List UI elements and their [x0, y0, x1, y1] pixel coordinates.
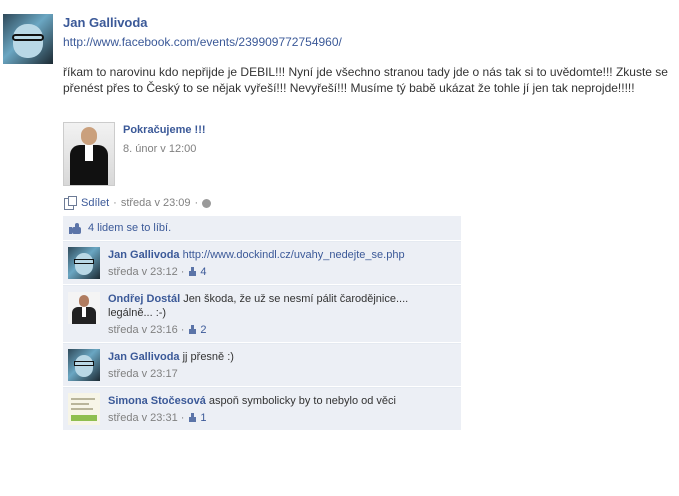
comment-item: Jan Gallivoda jj přesně :) středa v 23:1…	[63, 343, 461, 387]
attachment-date: 8. únor v 12:00	[123, 143, 197, 155]
attachment-thumbnail[interactable]	[63, 122, 115, 186]
post-author-name[interactable]: Jan Gallivoda	[63, 15, 148, 30]
thumbnail-head	[81, 127, 97, 145]
comment-like-count[interactable]: 4	[200, 265, 206, 279]
comment-like-count[interactable]: 1	[200, 411, 206, 425]
comment-author[interactable]: Ondřej Dostál	[108, 293, 180, 305]
post-link[interactable]: http://www.facebook.com/events/239909772…	[63, 35, 342, 49]
comment-like-count[interactable]: 2	[200, 323, 206, 337]
like-thumb-icon	[187, 325, 197, 335]
globe-icon	[202, 198, 212, 208]
comment-timestamp[interactable]: středa v 23:31	[108, 411, 178, 425]
comment-meta: středa v 23:31 · 1	[108, 411, 207, 425]
attachment-title[interactable]: Pokračujeme !!!	[123, 124, 206, 136]
avatar-glasses	[12, 34, 44, 41]
comment-avatar[interactable]	[68, 247, 100, 279]
like-thumb-icon	[187, 267, 197, 277]
post-message: říkam to narovinu kdo nepřijde je DEBIL!…	[63, 65, 668, 95]
comment-timestamp[interactable]: středa v 23:16	[108, 323, 178, 337]
comment-text[interactable]: http://www.dockindl.cz/uvahy_nedejte_se.…	[183, 249, 405, 261]
comment-item: Ondřej Dostál Jen škoda, že už se nesmí …	[63, 285, 461, 343]
post-timestamp[interactable]: středa v 23:09	[121, 197, 191, 209]
comment-meta: středa v 23:16 · 2	[108, 323, 207, 337]
likes-count-link[interactable]: 4 lidem se to líbí.	[88, 222, 171, 234]
comment-author[interactable]: Jan Gallivoda	[108, 351, 180, 363]
avatar-face	[13, 24, 43, 58]
comment-meta: středa v 23:17	[108, 367, 448, 381]
comment-timestamp[interactable]: středa v 23:17	[108, 367, 178, 381]
thumbnail-shirt	[85, 145, 93, 161]
post-actions: Sdílet · středa v 23:09 ·	[63, 196, 212, 210]
comment-author[interactable]: Jan Gallivoda	[108, 249, 180, 261]
like-thumb-icon	[69, 222, 82, 235]
comment-author[interactable]: Simona Stočesová	[108, 395, 206, 407]
comment-avatar[interactable]	[68, 292, 100, 324]
share-icon[interactable]	[63, 196, 77, 210]
comment-meta: středa v 23:12 · 4	[108, 265, 207, 279]
comment-item: Simona Stočesová aspoň symbolicky by to …	[63, 387, 461, 431]
comments-panel: 4 lidem se to líbí. Jan Gallivoda http:/…	[63, 216, 461, 431]
likes-row: 4 lidem se to líbí.	[63, 216, 461, 241]
comment-text: aspoň symbolicky by to nebylo od věci	[208, 395, 396, 407]
separator: ·	[113, 197, 117, 209]
share-link[interactable]: Sdílet	[81, 197, 109, 209]
comment-avatar[interactable]	[68, 349, 100, 381]
comment-text: jj přesně :)	[182, 351, 234, 363]
comment-timestamp[interactable]: středa v 23:12	[108, 265, 178, 279]
like-thumb-icon	[187, 413, 197, 423]
post-author-avatar[interactable]	[3, 14, 53, 64]
separator: ·	[194, 197, 199, 209]
comment-avatar[interactable]	[68, 393, 100, 425]
comment-item: Jan Gallivoda http://www.dockindl.cz/uva…	[63, 241, 461, 285]
